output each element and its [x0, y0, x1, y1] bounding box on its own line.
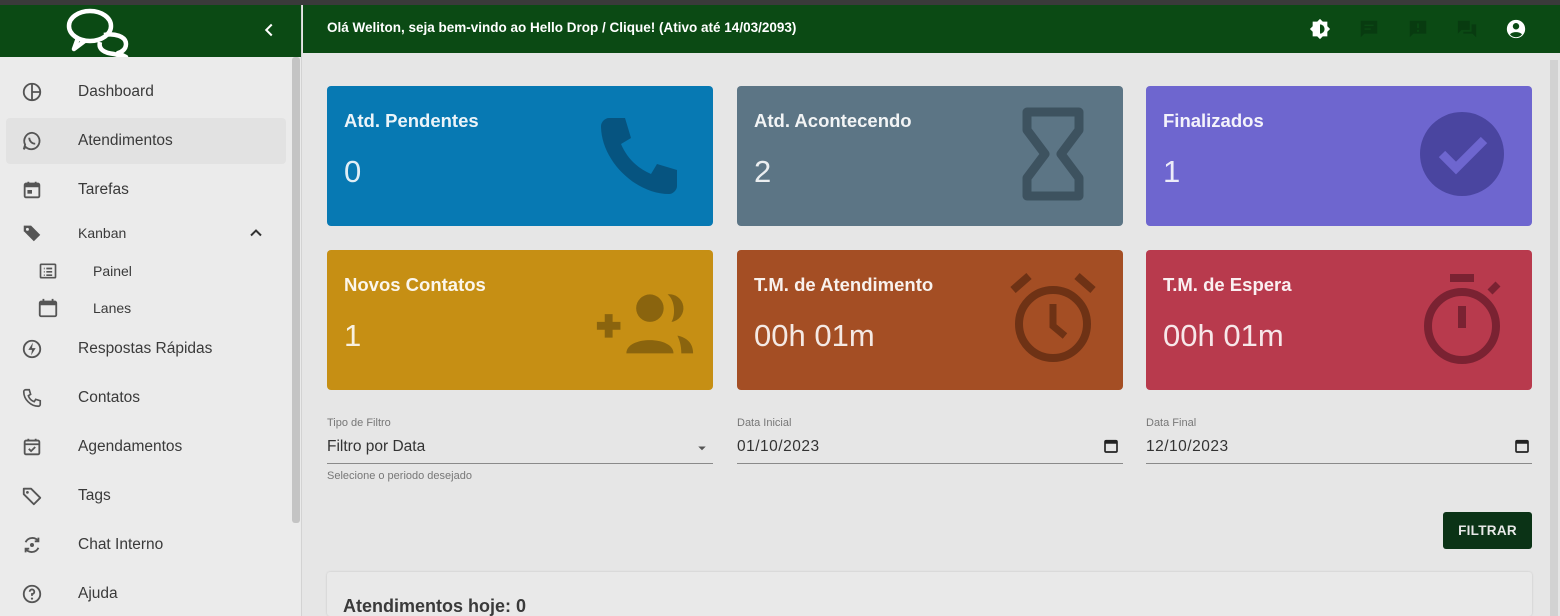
- phone-icon: [20, 386, 44, 410]
- card-value: 1: [344, 318, 362, 353]
- tag-outline-icon: [20, 484, 44, 508]
- filter-type-label: Tipo de Filtro: [327, 417, 391, 429]
- alert-icon[interactable]: [1406, 17, 1430, 41]
- today-panel: Atendimentos hoje: 0: [327, 572, 1532, 616]
- card-tm-espera: T.M. de Espera 00h 01m: [1146, 250, 1532, 390]
- filter-type-helper: Selecione o periodo desejado: [327, 470, 472, 482]
- sidebar-item-label: Agendamentos: [78, 438, 183, 455]
- card-title: T.M. de Atendimento: [754, 274, 934, 295]
- sidebar-item-label: Painel: [93, 263, 132, 279]
- calendar-check-icon: [20, 435, 44, 459]
- help-icon: [20, 582, 44, 606]
- filter-button[interactable]: FILTRAR: [1443, 512, 1532, 549]
- sidebar-item-label: Respostas Rápidas: [78, 340, 213, 357]
- phone-icon: [601, 118, 677, 194]
- card-title: Atd. Pendentes: [344, 110, 479, 131]
- sidebar-item-label: Ajuda: [78, 585, 118, 602]
- sidebar-item-painel[interactable]: Painel: [6, 255, 286, 287]
- card-value: 00h 01m: [1163, 318, 1284, 353]
- hourglass-icon: [1022, 107, 1084, 201]
- sidebar-item-label: Contatos: [78, 389, 141, 406]
- tag-icon: [20, 221, 44, 245]
- whatsapp-icon: [20, 129, 44, 153]
- alarm-icon: [1010, 272, 1096, 362]
- card-title: Atd. Acontecendo: [754, 110, 912, 131]
- card-atd-acontecendo: Atd. Acontecendo 2: [737, 86, 1123, 226]
- sidebar-item-chat-interno[interactable]: Chat Interno: [6, 522, 286, 568]
- check-circle-icon: [1420, 112, 1504, 196]
- start-date-label: Data Inicial: [737, 417, 792, 429]
- sidebar-item-lanes[interactable]: Lanes: [6, 292, 286, 324]
- start-date-value: 01/10/2023: [737, 438, 820, 455]
- card-atd-pendentes: Atd. Pendentes 0: [327, 86, 713, 226]
- sidebar-item-label: Chat Interno: [78, 536, 164, 553]
- sidebar-item-atendimentos[interactable]: Atendimentos: [6, 118, 286, 164]
- calendar-blank-icon: [36, 296, 60, 320]
- sidebar-item-label: Dashboard: [78, 83, 154, 100]
- sidebar: Dashboard Atendimentos Tarefas Kanban Pa…: [0, 5, 302, 616]
- card-tm-atendimento: T.M. de Atendimento 00h 01m: [737, 250, 1123, 390]
- card-title: Novos Contatos: [344, 274, 486, 295]
- sidebar-scrollbar[interactable]: [292, 57, 300, 523]
- sidebar-item-kanban[interactable]: Kanban: [6, 214, 286, 252]
- logo-bar: [0, 5, 301, 57]
- list-icon: [36, 259, 60, 283]
- sidebar-item-label: Lanes: [93, 300, 132, 316]
- chevron-left-icon[interactable]: [258, 19, 280, 41]
- end-date-field[interactable]: Data Final 12/10/2023: [1146, 417, 1532, 467]
- top-header: Olá Weliton, seja bem-vindo ao Hello Dro…: [303, 5, 1560, 53]
- sidebar-item-respostas-rapidas[interactable]: Respostas Rápidas: [6, 326, 286, 372]
- end-date-underline: [1146, 463, 1532, 464]
- end-date-value: 12/10/2023: [1146, 438, 1229, 455]
- sidebar-item-label: Tarefas: [78, 181, 129, 198]
- welcome-message: Olá Weliton, seja bem-vindo ao Hello Dro…: [327, 20, 797, 35]
- add-group-icon: [596, 294, 694, 354]
- main-scrollbar[interactable]: [1550, 60, 1558, 616]
- chevron-up-icon[interactable]: [246, 223, 266, 243]
- sidebar-item-contatos[interactable]: Contatos: [6, 375, 286, 421]
- sidebar-item-label: Tags: [78, 487, 111, 504]
- card-title: Finalizados: [1163, 110, 1264, 131]
- sync-chat-icon: [20, 533, 44, 557]
- card-title: T.M. de Espera: [1163, 274, 1292, 295]
- calendar-icon: [20, 178, 44, 202]
- filter-type-value: Filtro por Data: [327, 438, 426, 455]
- filter-type-underline: [327, 463, 713, 464]
- today-panel-title: Atendimentos hoje: 0: [343, 596, 527, 616]
- sidebar-item-agendamentos[interactable]: Agendamentos: [6, 424, 286, 470]
- end-date-label: Data Final: [1146, 417, 1197, 429]
- logo-icon: [66, 8, 129, 57]
- card-value: 1: [1163, 154, 1181, 189]
- dropdown-arrow-icon[interactable]: [693, 439, 711, 457]
- card-value: 00h 01m: [754, 318, 875, 353]
- start-date-underline: [737, 463, 1123, 464]
- chat-icon[interactable]: [1357, 17, 1381, 41]
- start-date-field[interactable]: Data Inicial 01/10/2023: [737, 417, 1123, 467]
- sidebar-item-ajuda[interactable]: Ajuda: [6, 571, 286, 616]
- card-value: 2: [754, 154, 772, 189]
- account-icon[interactable]: [1504, 17, 1528, 41]
- dashboard-icon: [20, 80, 44, 104]
- flash-icon: [20, 337, 44, 361]
- filter-type-select[interactable]: Tipo de Filtro Filtro por Data Selecione…: [327, 417, 713, 487]
- sidebar-item-tags[interactable]: Tags: [6, 473, 286, 519]
- forum-icon[interactable]: [1455, 17, 1479, 41]
- sidebar-item-dashboard[interactable]: Dashboard: [6, 69, 286, 115]
- calendar-icon[interactable]: [1513, 437, 1531, 455]
- sidebar-item-tarefas[interactable]: Tarefas: [6, 167, 286, 213]
- card-finalizados: Finalizados 1: [1146, 86, 1532, 226]
- card-novos-contatos: Novos Contatos 1: [327, 250, 713, 390]
- brightness-icon[interactable]: [1308, 17, 1332, 41]
- sidebar-item-label: Kanban: [78, 225, 127, 241]
- card-value: 0: [344, 154, 362, 189]
- sidebar-item-label: Atendimentos: [78, 132, 173, 149]
- timer-icon: [1424, 274, 1501, 364]
- calendar-icon[interactable]: [1102, 437, 1120, 455]
